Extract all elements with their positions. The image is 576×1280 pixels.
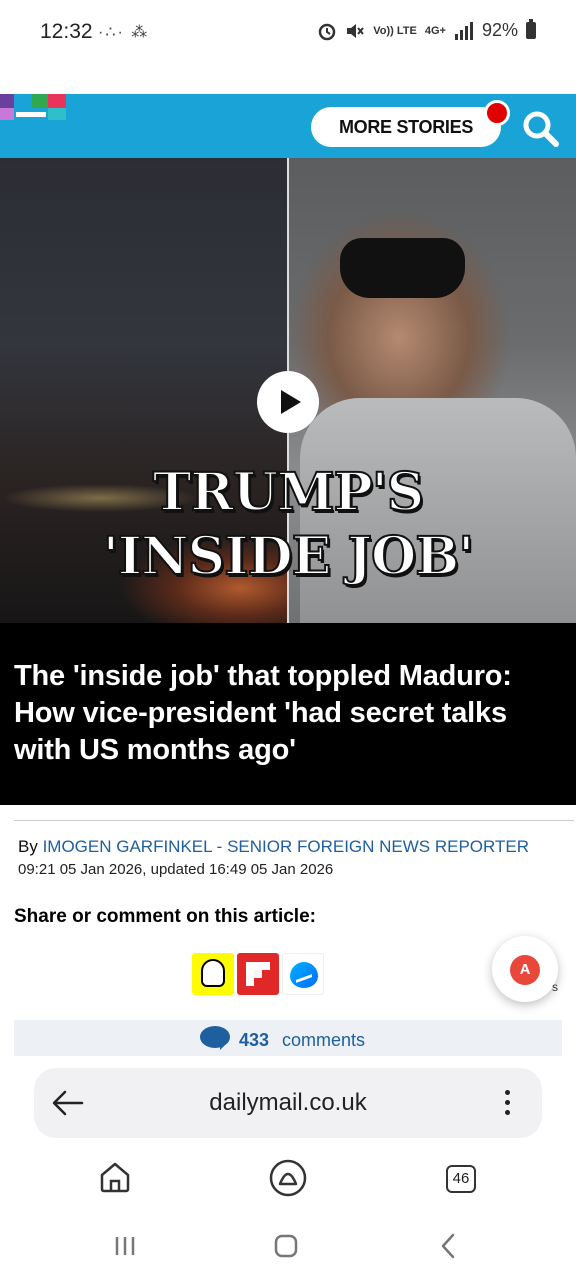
status-right-icons: Vo)) LTE 4G+ 92% — [317, 19, 536, 41]
site-logo[interactable] — [0, 94, 66, 122]
snapchat-icon — [201, 959, 225, 987]
status-notification-icons: ·∴· ⁂ — [98, 24, 150, 41]
alarm-icon — [319, 23, 336, 40]
browser-nav-bar — [0, 1150, 576, 1210]
url-text[interactable]: dailymail.co.uk — [34, 1089, 542, 1117]
recents-icon[interactable] — [105, 1231, 145, 1261]
translate-button[interactable]: A — [492, 936, 558, 1002]
tabs-icon[interactable]: 46 — [446, 1165, 476, 1193]
comment-icon — [200, 1026, 230, 1050]
blackout-goggles — [340, 238, 465, 298]
notification-dot — [484, 100, 510, 126]
flipboard-share-button[interactable] — [237, 953, 279, 995]
messenger-share-button[interactable] — [282, 953, 324, 995]
search-icon[interactable] — [520, 108, 560, 148]
system-home-icon[interactable] — [266, 1231, 306, 1261]
volte-label: Vo)) LTE — [373, 24, 417, 37]
hero-overlay-line-2: 'INSIDE JOB' — [102, 525, 475, 588]
battery-percent: 92% — [481, 20, 518, 40]
system-back-icon[interactable] — [428, 1231, 468, 1261]
author-link[interactable]: IMOGEN GARFINKEL - SENIOR FOREIGN NEWS R… — [43, 837, 529, 856]
comments-button[interactable]: 433 comments — [14, 1020, 562, 1056]
assistant-icon[interactable] — [268, 1158, 308, 1198]
messenger-icon — [290, 962, 318, 988]
battery-icon — [526, 19, 536, 39]
byline: By IMOGEN GARFINKEL - SENIOR FOREIGN NEW… — [18, 837, 529, 857]
snapchat-share-button[interactable] — [192, 953, 234, 995]
network-type-label: 4G+ — [424, 24, 446, 37]
article-dateline: 09:21 05 Jan 2026, updated 16:49 05 Jan … — [18, 861, 334, 878]
more-stories-button[interactable]: MORE STORIES — [311, 107, 501, 147]
comment-label: comments — [282, 1030, 366, 1050]
comment-count: 433 — [239, 1030, 270, 1050]
status-bar: 12:32 ·∴· ⁂ Vo)) LTE 4G+ 92% — [0, 0, 576, 64]
signal-icon — [454, 21, 473, 40]
byline-divider — [14, 820, 574, 821]
translate-icon: A — [510, 955, 540, 985]
mute-icon — [347, 23, 365, 38]
share-label-fragment: s — [552, 980, 558, 994]
more-vert-icon[interactable] — [500, 1086, 514, 1120]
hero-overlay-line-1: TRUMP'S — [152, 461, 425, 524]
play-video-button[interactable] — [257, 371, 319, 433]
site-header: MORE STORIES — [0, 94, 576, 158]
flipboard-icon — [246, 962, 270, 986]
status-time: 12:32 — [40, 20, 93, 43]
share-heading: Share or comment on this article: — [14, 906, 316, 927]
browser-url-bar: dailymail.co.uk — [34, 1068, 542, 1138]
home-icon[interactable] — [95, 1158, 135, 1198]
system-nav-bar — [0, 1215, 576, 1280]
byline-prefix: By — [18, 837, 43, 856]
headline-box: The 'inside job' that toppled Maduro: Ho… — [0, 623, 576, 805]
share-buttons — [192, 953, 324, 995]
article-headline: The 'inside job' that toppled Maduro: Ho… — [14, 660, 512, 766]
